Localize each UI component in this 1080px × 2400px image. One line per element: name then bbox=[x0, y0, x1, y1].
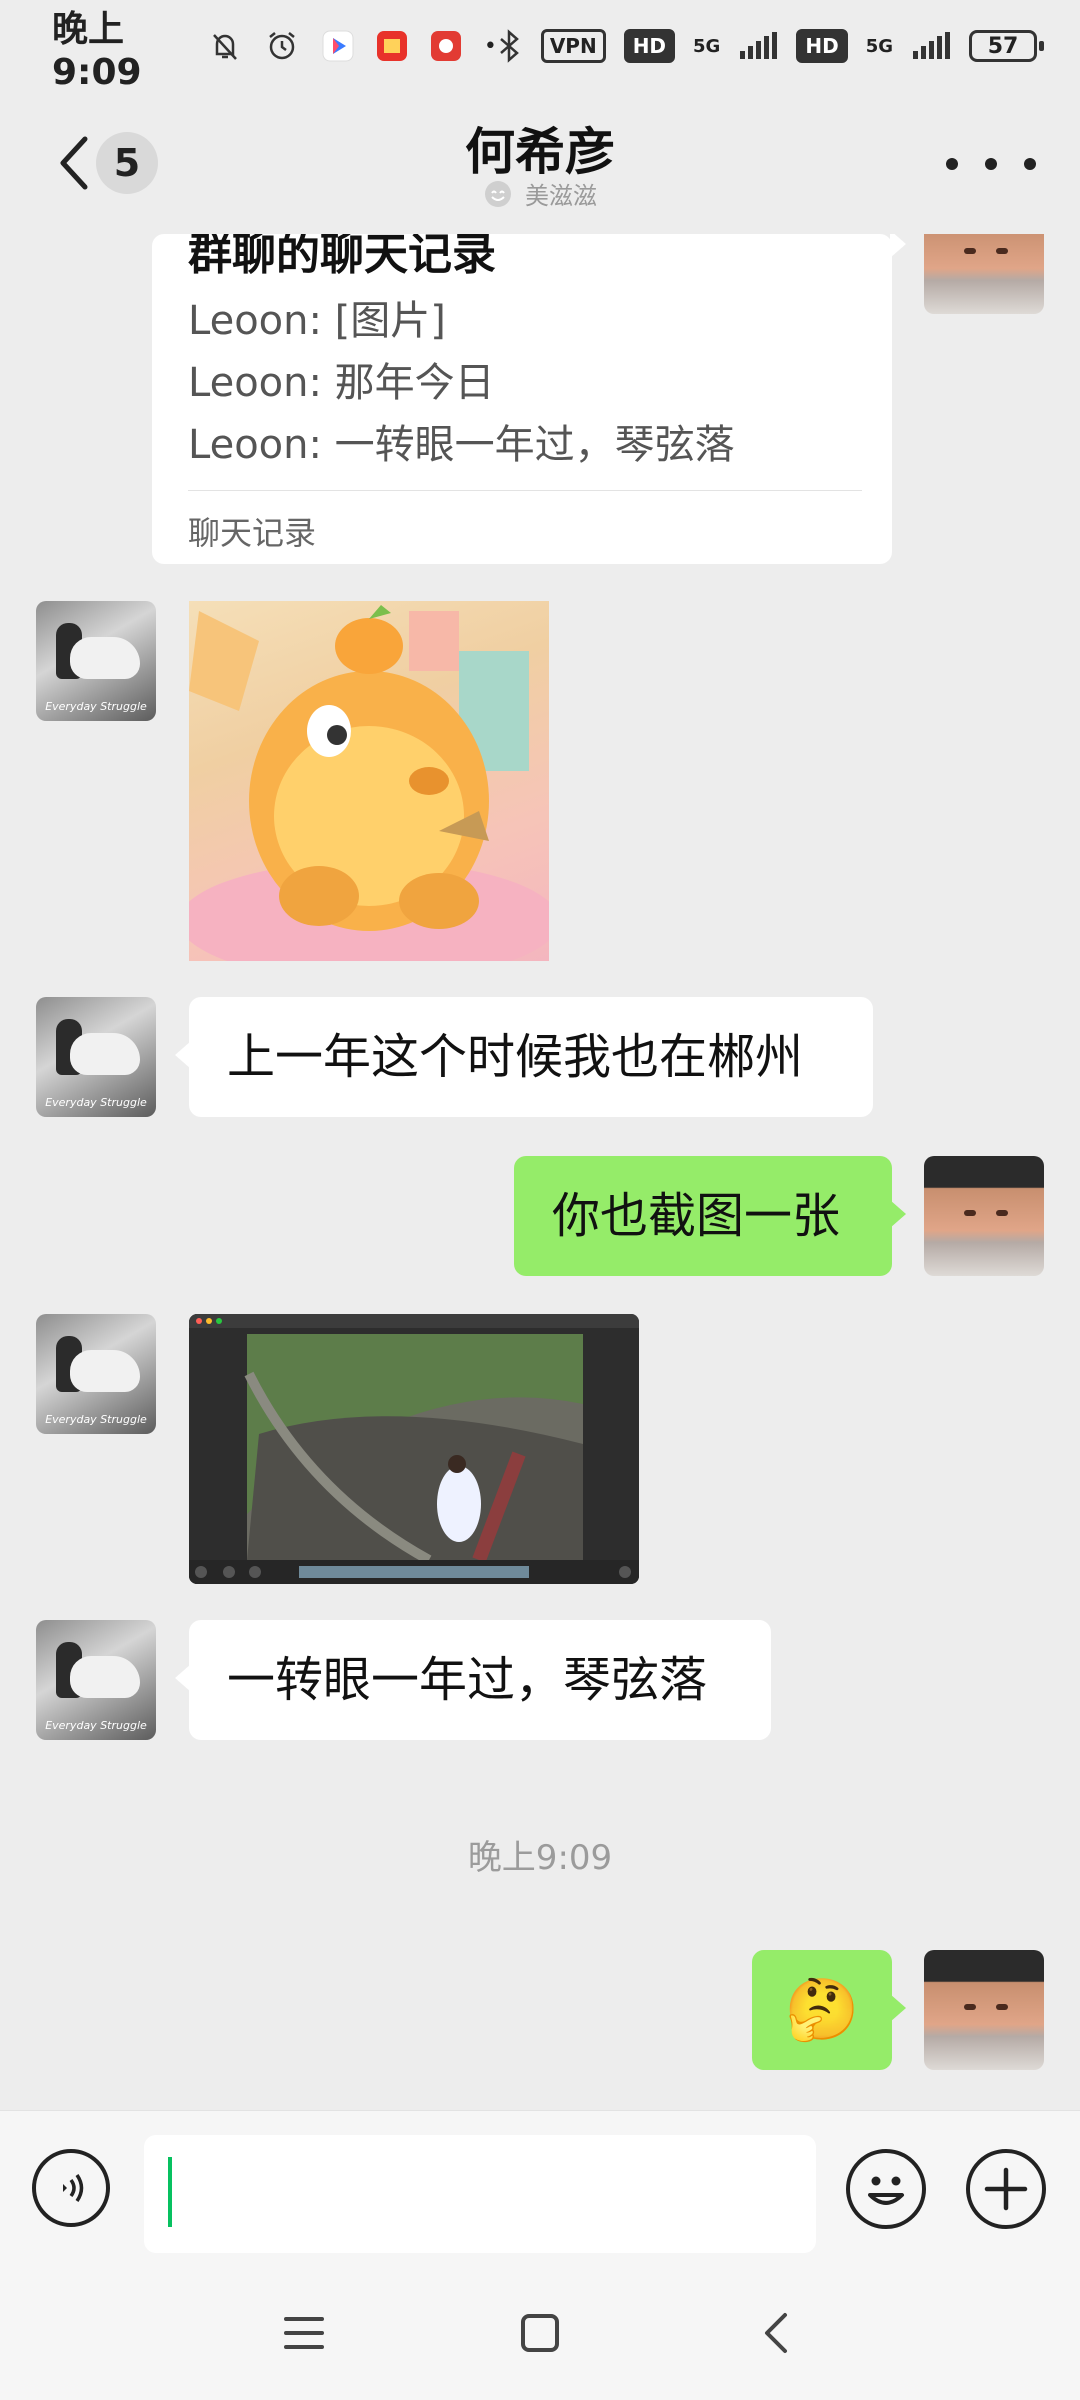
sticker-image[interactable] bbox=[189, 601, 549, 961]
screenshot-image[interactable] bbox=[189, 1314, 639, 1584]
self-message-bubble[interactable]: 你也截图一张 bbox=[514, 1156, 906, 1276]
avatar-caption: Everyday Struggle bbox=[45, 700, 147, 713]
alarm-icon bbox=[264, 28, 300, 64]
chat-header: 5 何希彦 美滋滋 bbox=[0, 92, 1080, 234]
plus-icon[interactable] bbox=[966, 2149, 1046, 2229]
status-bar: 晚上9:09 • VPN HD 5G HD 5G 57 bbox=[0, 0, 1080, 93]
more-dots-icon[interactable] bbox=[946, 144, 1036, 184]
video-app-icon bbox=[322, 30, 354, 62]
voice-icon[interactable] bbox=[32, 2149, 110, 2227]
menu-icon[interactable] bbox=[274, 2308, 334, 2358]
contact-avatar[interactable]: Everyday Struggle bbox=[36, 997, 156, 1117]
shop-app-icon bbox=[376, 30, 408, 62]
message-text: 你也截图一张 bbox=[552, 1188, 841, 1244]
input-bar bbox=[0, 2110, 1080, 2261]
network-label-2: 5G bbox=[865, 35, 893, 57]
status-dot: • bbox=[483, 33, 497, 59]
thinking-emoji: 🤔 bbox=[784, 1975, 860, 2045]
self-avatar[interactable] bbox=[924, 234, 1044, 314]
record-line: Leoon: 一转眼一年过，琴弦落 bbox=[188, 422, 735, 468]
battery-level: 57 bbox=[969, 30, 1037, 62]
self-avatar[interactable] bbox=[924, 1950, 1044, 2070]
vpn-badge: VPN bbox=[540, 29, 606, 63]
contact-avatar[interactable]: Everyday Struggle bbox=[36, 601, 156, 721]
record-footer: 聊天记录 bbox=[188, 514, 317, 552]
message-text: 一转眼一年过，琴弦落 bbox=[227, 1652, 708, 1708]
mood-face-icon bbox=[485, 180, 511, 207]
system-nav-bar bbox=[0, 2260, 1080, 2400]
contact-avatar[interactable]: Everyday Struggle bbox=[36, 1314, 156, 1434]
network-label-1: 5G bbox=[693, 35, 721, 57]
record-title: 群聊的聊天记录 bbox=[188, 234, 496, 280]
chat-record-card[interactable]: 群聊的聊天记录 Leoon: [图片] Leoon: 那年今日 Leoon: 一… bbox=[152, 234, 906, 564]
hd-badge-2: HD bbox=[796, 29, 848, 63]
message-bubble[interactable]: 一转眼一年过，琴弦落 bbox=[175, 1620, 771, 1740]
message-list[interactable]: 群聊的聊天记录 Leoon: [图片] Leoon: 那年今日 Leoon: 一… bbox=[0, 234, 1080, 2110]
hd-badge-1: HD bbox=[623, 29, 676, 63]
message-timestamp: 晚上9:09 bbox=[467, 1838, 613, 1878]
status-text: 美滋滋 bbox=[525, 182, 597, 210]
chat-title: 何希彦 bbox=[465, 123, 615, 181]
self-message-bubble[interactable]: 🤔 bbox=[752, 1950, 906, 2070]
emoji-icon[interactable] bbox=[846, 2149, 926, 2229]
avatar-caption: Everyday Struggle bbox=[45, 1413, 147, 1426]
battery-indicator: 57 bbox=[969, 30, 1044, 62]
record-line: Leoon: [图片] bbox=[188, 298, 446, 344]
record-line: Leoon: 那年今日 bbox=[188, 360, 495, 406]
status-time: 晚上9:09 bbox=[52, 8, 142, 93]
bluetooth-icon bbox=[497, 29, 523, 63]
message-bubble[interactable]: 上一年这个时候我也在郴州 bbox=[175, 997, 873, 1117]
self-avatar[interactable] bbox=[924, 1156, 1044, 1276]
message-input[interactable] bbox=[144, 2135, 816, 2253]
home-icon[interactable] bbox=[510, 2308, 570, 2358]
message-text: 上一年这个时候我也在郴州 bbox=[227, 1029, 804, 1085]
chat-status: 美滋滋 bbox=[0, 176, 1080, 211]
record-divider bbox=[188, 490, 862, 491]
mute-bell-icon bbox=[208, 29, 242, 63]
contact-avatar[interactable]: Everyday Struggle bbox=[36, 1620, 156, 1740]
avatar-caption: Everyday Struggle bbox=[45, 1719, 147, 1732]
community-app-icon bbox=[430, 30, 462, 62]
signal-icon bbox=[738, 31, 778, 61]
avatar-caption: Everyday Struggle bbox=[45, 1096, 147, 1109]
back-icon[interactable] bbox=[746, 2308, 806, 2358]
signal-icon-2 bbox=[911, 31, 951, 61]
text-caret bbox=[168, 2157, 172, 2227]
